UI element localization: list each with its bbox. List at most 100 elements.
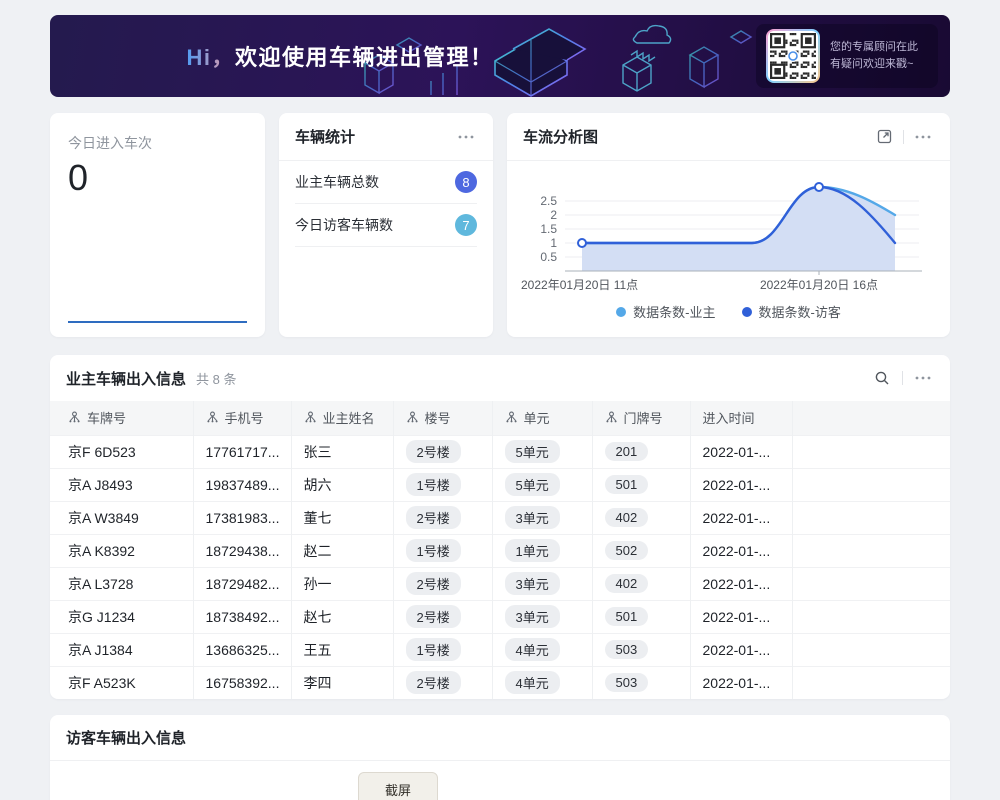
table-cell[interactable]: 503 [592, 666, 690, 699]
table-cell[interactable]: 2022-01-... [690, 534, 792, 567]
table-cell[interactable]: 王五 [291, 633, 393, 666]
more-ellipsis-icon[interactable] [912, 367, 934, 389]
qr-code-icon [770, 33, 816, 79]
consultant-qr-panel: 您的专属顾问在此 有疑问欢迎来戳~ [756, 24, 938, 88]
table-row[interactable]: 京A W384917381983...董七2号楼3单元4022022-01-..… [50, 501, 950, 534]
owner-total-row[interactable]: 业主车辆总数 8 [295, 161, 477, 204]
table-cell[interactable]: 501 [592, 600, 690, 633]
legend-item[interactable]: 数据条数-业主 [616, 302, 715, 321]
table-cell[interactable]: 501 [592, 468, 690, 501]
more-ellipsis-icon[interactable] [912, 126, 934, 148]
table-cell[interactable]: 1号楼 [393, 534, 492, 567]
table-cell[interactable]: 李四 [291, 666, 393, 699]
table-row[interactable]: 京A J138413686325...王五1号楼4单元5032022-01-..… [50, 633, 950, 666]
table-cell[interactable]: 19837489... [193, 468, 291, 501]
qr-caption: 您的专属顾问在此 有疑问欢迎来戳~ [830, 39, 918, 73]
table-cell[interactable]: 2号楼 [393, 435, 492, 468]
banner-greeting: Hi，欢迎使用车辆进出管理！ [140, 15, 540, 97]
legend-item[interactable]: 数据条数-访客 [742, 302, 841, 321]
visitor-today-row[interactable]: 今日访客车辆数 7 [295, 204, 477, 247]
table-cell[interactable]: 京G J1234 [50, 600, 193, 633]
column-header[interactable]: 进入时间 [690, 401, 792, 435]
table-row[interactable]: 京G J123418738492...赵七2号楼3单元5012022-01-..… [50, 600, 950, 633]
column-header[interactable]: 楼号 [393, 401, 492, 435]
table-cell[interactable]: 1单元 [492, 534, 592, 567]
table-cell[interactable]: 赵二 [291, 534, 393, 567]
table-cell[interactable]: 2022-01-... [690, 435, 792, 468]
table-cell[interactable]: 17761717... [193, 435, 291, 468]
table-cell[interactable]: 京F 6D523 [50, 435, 193, 468]
table-cell[interactable]: 1号楼 [393, 633, 492, 666]
table-cell[interactable]: 3单元 [492, 567, 592, 600]
relation-field-icon [68, 411, 81, 424]
more-ellipsis-icon[interactable] [455, 126, 477, 148]
divider [902, 371, 903, 385]
table-cell[interactable]: 2022-01-... [690, 567, 792, 600]
stats-row: 今日进入车次 0 车辆统计 业主车辆总数 8 今日访客车辆数 7 车流分析图 [50, 113, 950, 337]
table-cell[interactable]: 3单元 [492, 600, 592, 633]
table-cell[interactable]: 董七 [291, 501, 393, 534]
table-row[interactable]: 京A J849319837489...胡六1号楼5单元5012022-01-..… [50, 468, 950, 501]
chart-header: 车流分析图 [507, 113, 950, 161]
table-cell[interactable]: 2号楼 [393, 666, 492, 699]
table-cell[interactable]: 2022-01-... [690, 501, 792, 534]
table-cell[interactable]: 京A J8493 [50, 468, 193, 501]
table-cell[interactable]: 2022-01-... [690, 633, 792, 666]
table-cell[interactable]: 503 [592, 633, 690, 666]
table-actions [871, 367, 934, 389]
table-cell[interactable]: 402 [592, 501, 690, 534]
table-cell[interactable]: 1号楼 [393, 468, 492, 501]
line-chart: 0.511.522.52022年01月20日 11点2022年01月20日 16… [517, 171, 927, 295]
table-cell[interactable]: 2022-01-... [690, 600, 792, 633]
table-cell[interactable]: 402 [592, 567, 690, 600]
table-row[interactable]: 京F 6D52317761717...张三2号楼5单元2012022-01-..… [50, 435, 950, 468]
table-cell[interactable]: 16758392... [193, 666, 291, 699]
qr-code[interactable] [768, 31, 818, 81]
table-cell[interactable]: 2022-01-... [690, 468, 792, 501]
svg-text:1: 1 [550, 236, 557, 250]
expand-icon[interactable] [873, 126, 895, 148]
greeting-text: 欢迎使用车辆进出管理！ [235, 40, 494, 72]
svg-text:2.5: 2.5 [540, 194, 557, 208]
table-cell[interactable]: 京F A523K [50, 666, 193, 699]
table-cell[interactable]: 5单元 [492, 468, 592, 501]
dashboard-page: Hi，欢迎使用车辆进出管理！ 您的专属顾问在此 有疑问欢迎来戳~ 今日进入车次 … [0, 0, 1000, 800]
table-cell[interactable]: 18738492... [193, 600, 291, 633]
table-row[interactable]: 京F A523K16758392...李四2号楼4单元5032022-01-..… [50, 666, 950, 699]
table-cell[interactable]: 胡六 [291, 468, 393, 501]
table-row[interactable]: 京A K839218729438...赵二1号楼1单元5022022-01-..… [50, 534, 950, 567]
column-label: 进入时间 [703, 408, 755, 427]
cutoff-button[interactable]: 截屏 [358, 772, 438, 800]
table-cell[interactable]: 13686325... [193, 633, 291, 666]
column-header[interactable]: 门牌号 [592, 401, 690, 435]
qr-caption-line2: 有疑问欢迎来戳~ [830, 56, 918, 73]
table-cell[interactable]: 502 [592, 534, 690, 567]
table-cell[interactable]: 4单元 [492, 633, 592, 666]
table-row[interactable]: 京A L372818729482...孙一2号楼3单元4022022-01-..… [50, 567, 950, 600]
table-cell[interactable]: 京A L3728 [50, 567, 193, 600]
table-cell[interactable]: 孙一 [291, 567, 393, 600]
column-header[interactable]: 业主姓名 [291, 401, 393, 435]
table-cell[interactable]: 4单元 [492, 666, 592, 699]
table-cell[interactable]: 18729482... [193, 567, 291, 600]
legend-label: 数据条数-业主 [633, 302, 715, 321]
table-cell[interactable]: 201 [592, 435, 690, 468]
search-icon[interactable] [871, 367, 893, 389]
table-cell[interactable]: 张三 [291, 435, 393, 468]
column-header[interactable]: 手机号 [193, 401, 291, 435]
table-cell[interactable]: 5单元 [492, 435, 592, 468]
table-cell[interactable]: 17381983... [193, 501, 291, 534]
table-cell[interactable]: 2号楼 [393, 567, 492, 600]
column-header[interactable]: 车牌号 [50, 401, 193, 435]
chart-plot-area[interactable]: 0.511.522.52022年01月20日 11点2022年01月20日 16… [507, 161, 950, 300]
table-cell[interactable]: 2号楼 [393, 600, 492, 633]
table-cell[interactable]: 赵七 [291, 600, 393, 633]
table-cell[interactable]: 2022-01-... [690, 666, 792, 699]
table-cell[interactable]: 18729438... [193, 534, 291, 567]
column-header[interactable]: 单元 [492, 401, 592, 435]
table-cell[interactable]: 3单元 [492, 501, 592, 534]
table-cell[interactable]: 京A W3849 [50, 501, 193, 534]
table-cell[interactable]: 京A K8392 [50, 534, 193, 567]
table-cell[interactable]: 2号楼 [393, 501, 492, 534]
table-cell[interactable]: 京A J1384 [50, 633, 193, 666]
